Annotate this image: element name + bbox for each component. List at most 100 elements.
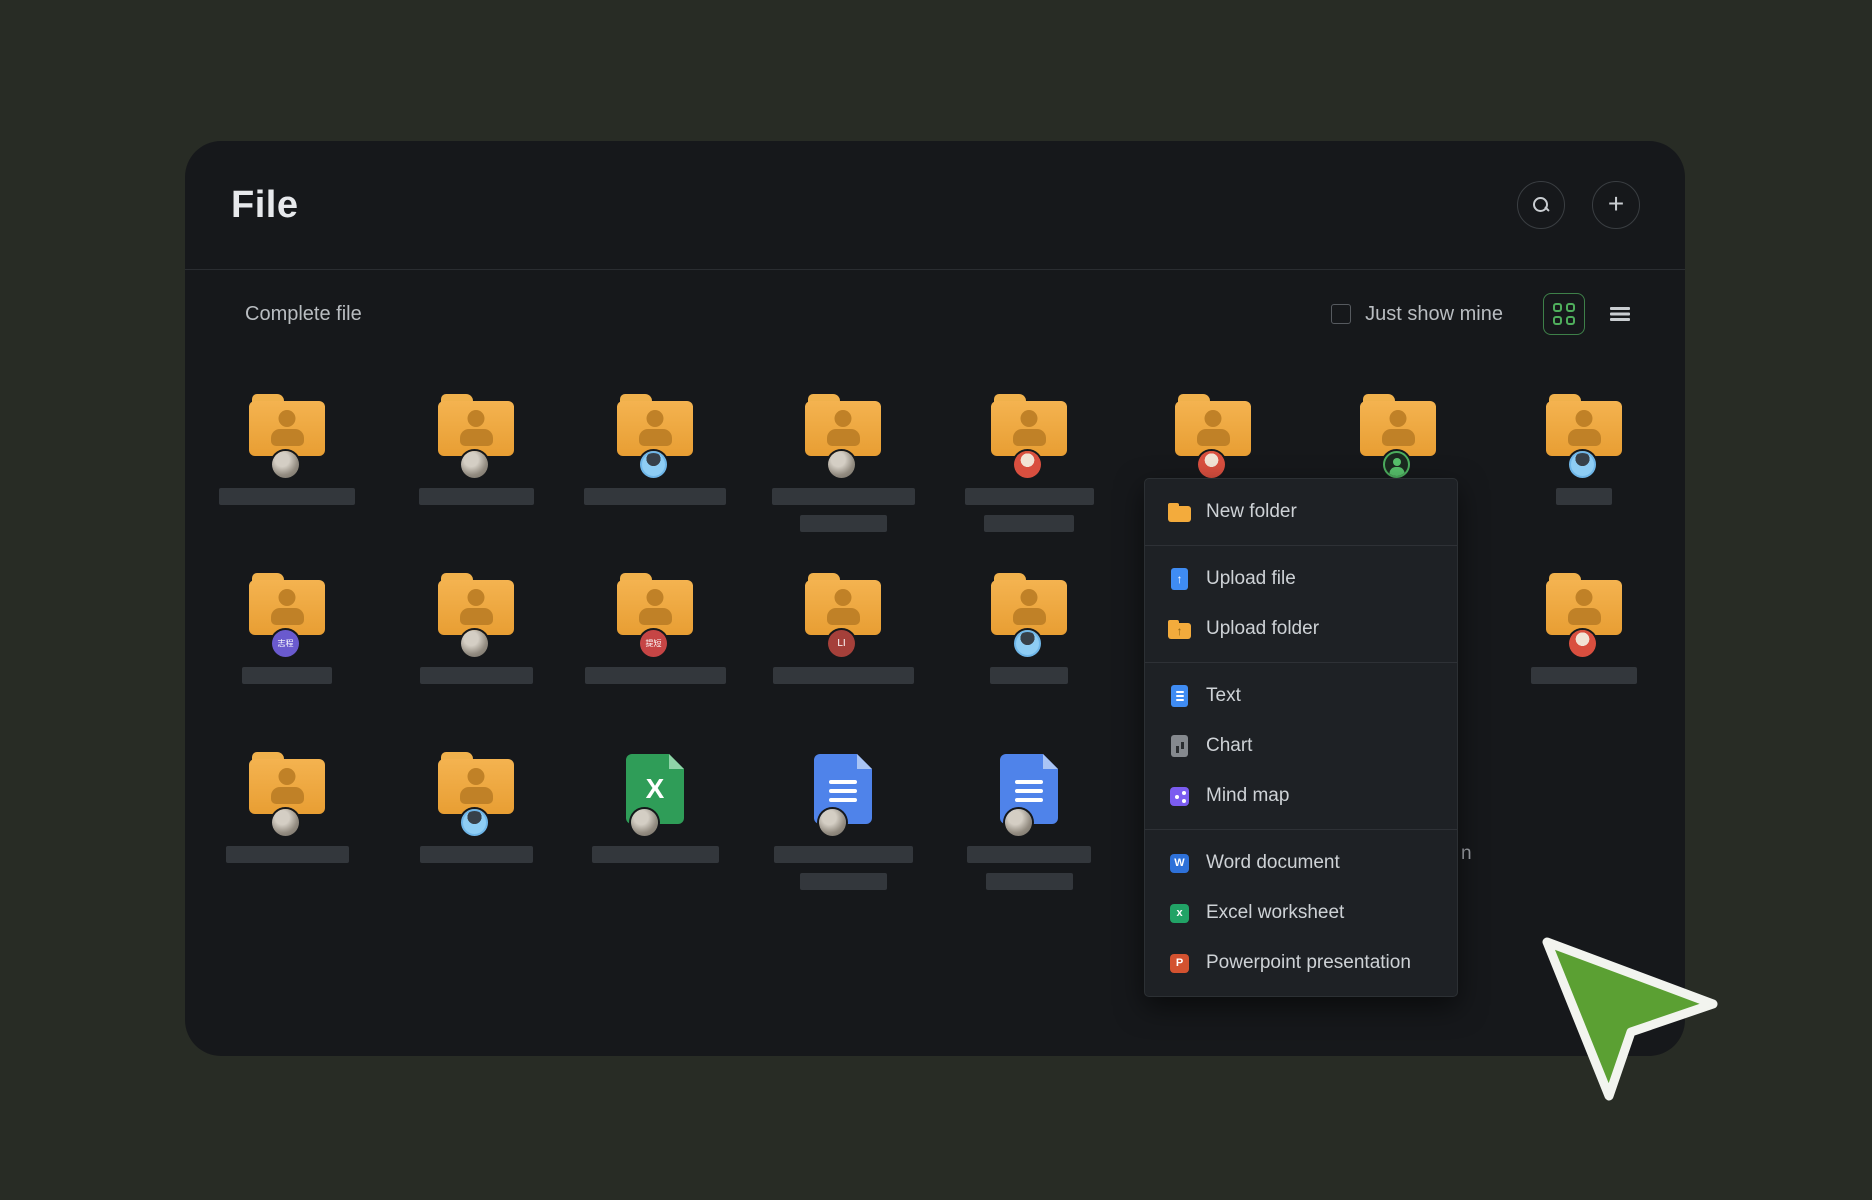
menu-group: ↑ Upload file ↑ Upload folder (1145, 546, 1457, 662)
file-item[interactable] (767, 394, 919, 532)
owner-avatar (631, 809, 658, 836)
folder-file-icon (1175, 394, 1251, 472)
menu-item-label: Chart (1206, 735, 1252, 757)
file-name-placeholder (1531, 667, 1637, 684)
menu-item-label: Upload file (1206, 568, 1296, 590)
file-item[interactable] (579, 394, 731, 505)
folder-file-icon (438, 394, 514, 472)
file-name-placeholder (420, 667, 533, 684)
file-item[interactable] (211, 752, 363, 863)
powerpoint-icon: P (1167, 951, 1192, 976)
file-item[interactable] (211, 394, 363, 505)
owner-avatar (1005, 809, 1032, 836)
owner-avatar (828, 451, 855, 478)
file-name-placeholder (242, 667, 332, 684)
desktop-background: File + Complete file Just show mine (0, 0, 1872, 1200)
file-name-placeholder (800, 515, 887, 532)
file-name-placeholder (772, 488, 915, 505)
menu-group: Text Chart Mind map (1145, 663, 1457, 829)
owner-avatar (640, 451, 667, 478)
file-item[interactable] (1508, 394, 1660, 505)
folder-file-icon: 提短 (617, 573, 693, 651)
file-item[interactable] (767, 752, 919, 890)
menu-item-mind-map[interactable]: Mind map (1145, 771, 1457, 821)
menu-item-upload-folder[interactable]: ↑ Upload folder (1145, 604, 1457, 654)
folder-file-icon: 志程 (249, 573, 325, 651)
file-name-placeholder (584, 488, 726, 505)
folder-file-icon (991, 573, 1067, 651)
file-name-placeholder (990, 667, 1068, 684)
folder-file-icon (617, 394, 693, 472)
folder-icon (1167, 500, 1192, 525)
owner-avatar (1569, 451, 1596, 478)
owner-avatar: 提短 (640, 630, 667, 657)
menu-item-upload-file[interactable]: ↑ Upload file (1145, 554, 1457, 604)
doc-file-icon (1000, 752, 1058, 830)
file-item[interactable] (400, 573, 552, 684)
file-item[interactable] (1508, 573, 1660, 684)
file-item[interactable] (400, 752, 552, 863)
owner-avatar (819, 809, 846, 836)
file-name-placeholder (420, 846, 533, 863)
folder-file-icon (438, 752, 514, 830)
menu-item-word-document[interactable]: WWord document (1145, 838, 1457, 888)
owner-avatar (1014, 451, 1041, 478)
owner-avatar (272, 809, 299, 836)
upload-file-icon: ↑ (1167, 567, 1192, 592)
file-item[interactable] (1322, 394, 1474, 472)
owner-avatar (272, 451, 299, 478)
menu-item-label: Text (1206, 685, 1241, 707)
folder-file-icon (1546, 573, 1622, 651)
file-item[interactable] (953, 573, 1105, 684)
file-name-placeholder (773, 667, 914, 684)
owner-avatar (461, 630, 488, 657)
menu-item-chart[interactable]: Chart (1145, 721, 1457, 771)
chart-file-icon (1167, 734, 1192, 759)
folder-file-icon (1546, 394, 1622, 472)
folder-file-icon: LI (805, 573, 881, 651)
folder-file-icon (438, 573, 514, 651)
folder-file-icon (249, 752, 325, 830)
menu-item-label: Powerpoint presentation (1206, 952, 1411, 974)
menu-group: WWord document x Excel worksheet P Powerpoin… (1145, 830, 1457, 996)
file-item[interactable]: X (579, 752, 731, 863)
text-file-icon (1167, 684, 1192, 709)
owner-avatar (1014, 630, 1041, 657)
folder-file-icon (991, 394, 1067, 472)
doc-file-icon (814, 752, 872, 830)
excel-file-icon: X (626, 752, 684, 830)
file-name-placeholder (226, 846, 349, 863)
file-name-placeholder (585, 667, 726, 684)
menu-item-label: Word document (1206, 852, 1340, 874)
excel-icon: x (1167, 901, 1192, 926)
menu-item-label: New folder (1206, 501, 1297, 523)
menu-item-label: Excel worksheet (1206, 902, 1344, 924)
occluded-filename-fragment: n (1461, 843, 1472, 865)
file-item[interactable]: 提短 (579, 573, 731, 684)
upload-folder-icon: ↑ (1167, 617, 1192, 642)
owner-avatar (1383, 451, 1410, 478)
owner-avatar (461, 451, 488, 478)
file-item[interactable] (953, 394, 1105, 532)
menu-item-new-folder[interactable]: New folder (1145, 487, 1457, 537)
menu-item-excel-worksheet[interactable]: x Excel worksheet (1145, 888, 1457, 938)
cursor-arrow-icon (1535, 928, 1735, 1113)
file-item[interactable]: LI (767, 573, 919, 684)
file-grid: 志程提短LIX (185, 141, 1685, 1056)
file-name-placeholder (984, 515, 1074, 532)
menu-item-label: Upload folder (1206, 618, 1319, 640)
file-item[interactable] (400, 394, 552, 505)
owner-avatar (1569, 630, 1596, 657)
menu-item-text[interactable]: Text (1145, 671, 1457, 721)
file-item[interactable] (1137, 394, 1289, 472)
mindmap-icon (1167, 784, 1192, 809)
menu-item-label: Mind map (1206, 785, 1289, 807)
file-item[interactable] (953, 752, 1105, 890)
menu-item-powerpoint-presentation[interactable]: P Powerpoint presentation (1145, 938, 1457, 988)
file-item[interactable]: 志程 (211, 573, 363, 684)
owner-avatar (1198, 451, 1225, 478)
file-name-placeholder (419, 488, 534, 505)
folder-file-icon (805, 394, 881, 472)
file-name-placeholder (800, 873, 887, 890)
owner-avatar (461, 809, 488, 836)
